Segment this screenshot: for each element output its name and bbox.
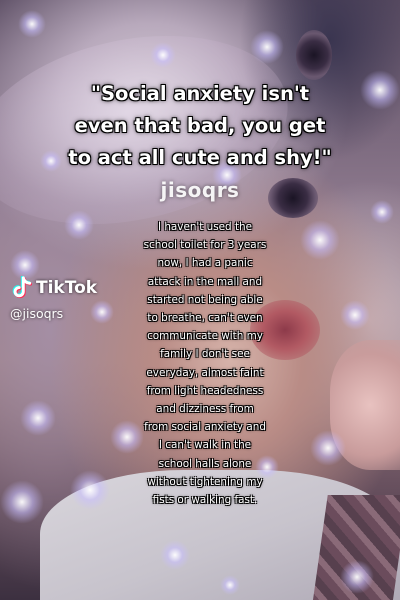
caption-line: even that bad, you get [74,114,326,137]
story-line: family I don't see [160,348,250,361]
sparkle-effect [150,42,176,68]
story-line: school toilet for 3 years [143,239,267,252]
sparkle-effect [340,300,370,330]
tiktok-watermark: TikTok @jisoqrs [10,276,120,321]
tiktok-handle: @jisoqrs [10,306,64,321]
sparkle-effect [160,540,190,570]
overlay-username: jisoqrs [160,178,240,202]
story-text: I haven't used the school toilet for 3 y… [120,218,290,509]
tiktok-brand-row: TikTok [10,276,120,300]
tiktok-logo-icon [12,276,32,299]
sparkle-effect [0,480,44,524]
tiktok-brand-label: TikTok [36,278,98,298]
caption-quote: "Social anxiety isn't even that bad, you… [0,78,400,174]
story-line: to breathe, can't even [147,312,263,325]
story-line: communicate with my [147,330,263,343]
photo-eye-top [296,30,332,80]
story-line: without tightening my [147,475,263,488]
story-line: now, I had a panic [157,257,253,270]
sparkle-effect [20,400,56,436]
sparkle-effect [70,470,110,510]
sparkle-effect [64,210,94,240]
story-line: from social anxiety and [144,421,266,434]
caption-line: "Social anxiety isn't [90,82,310,105]
sparkle-effect [340,560,374,594]
sparkle-effect [220,575,240,595]
sparkle-effect [250,30,284,64]
story-line: started not being able [147,293,263,306]
sparkle-effect [18,10,46,38]
sparkle-effect [370,200,394,224]
video-frame: "Social anxiety isn't even that bad, you… [0,0,400,600]
sparkle-effect [300,220,340,260]
caption-line: to act all cute and shy!" [68,146,332,169]
sparkle-effect [310,430,346,466]
story-line: everyday, almost faint [146,366,264,379]
story-line: school halls alone [158,457,252,470]
story-line: fists or walking fast. [152,494,258,507]
story-line: from light headedness [146,384,264,397]
story-line: I haven't used the [157,221,253,233]
story-line: attack in the mall and [147,275,263,288]
story-line: and dizziness from [156,403,254,416]
story-line: I can't walk in the [158,439,252,452]
